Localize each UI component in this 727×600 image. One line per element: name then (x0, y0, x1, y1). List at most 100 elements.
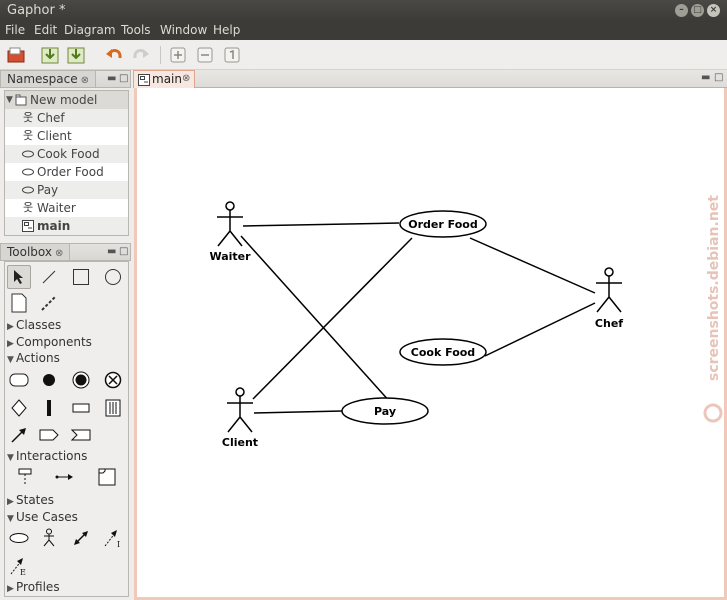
close-icon[interactable]: ⊗ (55, 248, 63, 259)
association-order-chef[interactable] (469, 237, 596, 294)
section-actions[interactable]: ▼ Actions (5, 351, 60, 365)
tree-item-cook-food[interactable]: Cook Food (5, 145, 128, 163)
menu-window[interactable]: Window (160, 23, 207, 37)
line-tool[interactable] (37, 265, 61, 289)
association-waiter-pay[interactable] (240, 235, 392, 404)
maximize-icon[interactable]: □ (119, 246, 128, 257)
tab-toolbox[interactable]: Toolbox ⊗ (1, 244, 71, 260)
diagram-icon (138, 74, 150, 86)
namespace-header: Namespace ⊗ ▬ □ (0, 70, 131, 88)
close-icon[interactable]: ⊗ (182, 71, 190, 87)
pointer-tool[interactable] (7, 265, 31, 289)
import-icon[interactable] (40, 45, 60, 65)
section-components[interactable]: ▶ Components (5, 335, 92, 349)
extend-icon: E (10, 558, 26, 576)
menu-tools[interactable]: Tools (121, 23, 151, 37)
maximize-icon[interactable]: □ (714, 72, 723, 83)
association-cook-chef[interactable] (484, 302, 596, 357)
zoom-out-icon[interactable] (195, 45, 215, 65)
minimize-icon[interactable]: ▬ (701, 72, 710, 83)
close-icon[interactable]: × (707, 4, 720, 17)
section-profiles[interactable]: ▶ Profiles (5, 580, 60, 594)
object-node-tool[interactable] (69, 396, 93, 420)
actor-tool[interactable] (37, 526, 61, 550)
export-icon[interactable] (66, 45, 86, 65)
action-tool[interactable] (7, 368, 31, 392)
send-signal-tool[interactable] (37, 423, 61, 447)
zoom-in-icon[interactable] (168, 45, 188, 65)
tree-item-client[interactable]: 웃 Client (5, 127, 128, 145)
diagram-canvas[interactable]: Waiter Client Chef Order Food Cook Food … (134, 88, 727, 600)
usecase-pay[interactable]: Pay (341, 397, 429, 425)
accept-event-tool[interactable] (69, 423, 93, 447)
menu-edit[interactable]: Edit (34, 23, 57, 37)
minimize-icon[interactable]: – (675, 4, 688, 17)
actor-icon: 웃 (22, 201, 34, 214)
tree-item-root[interactable]: ▼ New model (5, 91, 128, 109)
actor-icon: 웃 (22, 129, 34, 142)
maximize-icon[interactable]: □ (119, 73, 128, 84)
chevron-right-icon: ▶ (7, 339, 14, 349)
interaction-tool[interactable] (95, 465, 119, 489)
extend-tool[interactable]: E (7, 554, 31, 578)
lifeline-tool[interactable] (13, 465, 37, 489)
undo-icon[interactable] (104, 45, 124, 65)
maximize-icon[interactable]: □ (691, 4, 704, 17)
section-classes[interactable]: ▶ Classes (5, 318, 61, 332)
ellipse-tool[interactable] (101, 265, 125, 289)
decision-tool[interactable] (7, 396, 31, 420)
tree-item-label: Cook Food (37, 147, 100, 161)
final-node-tool[interactable] (69, 368, 93, 392)
chevron-down-icon[interactable]: ▼ (6, 91, 13, 109)
initial-node-tool[interactable] (37, 368, 61, 392)
tree-item-chef[interactable]: 웃 Chef (5, 109, 128, 127)
partition-tool[interactable] (101, 396, 125, 420)
minimize-icon[interactable]: ▬ (107, 246, 116, 257)
usecase-icon (22, 150, 34, 158)
actor-waiter[interactable]: Waiter (209, 201, 251, 263)
usecase-order-food[interactable]: Order Food (399, 210, 487, 238)
comment-line-tool[interactable] (37, 291, 61, 315)
actor-client[interactable]: Client (222, 387, 258, 449)
section-use-cases[interactable]: ▼ Use Cases (5, 510, 78, 524)
redo-icon[interactable] (131, 45, 151, 65)
close-icon[interactable]: ⊗ (81, 75, 89, 86)
tree-item-label: Waiter (37, 201, 76, 215)
flow-final-tool[interactable] (101, 368, 125, 392)
final-node-icon (72, 371, 90, 389)
actor-icon: 웃 (22, 111, 34, 124)
tree-item-label: Order Food (37, 165, 104, 179)
association-tool[interactable] (69, 526, 93, 550)
section-label: Use Cases (16, 510, 78, 524)
tree-item-order-food[interactable]: Order Food (5, 163, 128, 181)
association-client-order[interactable] (252, 237, 413, 400)
association-waiter-order[interactable] (242, 222, 400, 227)
association-client-pay[interactable] (253, 410, 343, 414)
box-tool[interactable] (69, 265, 93, 289)
lifeline-icon (18, 468, 32, 485)
section-interactions[interactable]: ▼ Interactions (5, 449, 87, 463)
minimize-icon[interactable]: ▬ (107, 73, 116, 84)
comment-tool[interactable] (7, 291, 31, 315)
message-icon (55, 474, 73, 480)
tree-item-main[interactable]: main (5, 217, 128, 235)
flow-tool[interactable] (7, 423, 31, 447)
usecase-icon (22, 186, 34, 194)
tree-item-waiter[interactable]: 웃 Waiter (5, 199, 128, 217)
message-tool[interactable] (53, 465, 77, 489)
tab-main[interactable]: main ⊗ (133, 70, 195, 88)
section-states[interactable]: ▶ States (5, 493, 54, 507)
tab-namespace[interactable]: Namespace ⊗ (1, 71, 96, 87)
flow-arrow-icon (11, 428, 26, 443)
open-icon[interactable] (6, 45, 26, 65)
fork-tool[interactable] (37, 396, 61, 420)
include-tool[interactable]: I (101, 526, 125, 550)
actor-chef[interactable]: Chef (595, 267, 623, 330)
tree-item-pay[interactable]: Pay (5, 181, 128, 199)
menu-help[interactable]: Help (213, 23, 240, 37)
menu-file[interactable]: File (5, 23, 25, 37)
zoom-100-icon[interactable] (222, 45, 242, 65)
menu-diagram[interactable]: Diagram (64, 23, 116, 37)
usecase-tool[interactable] (7, 526, 31, 550)
usecase-cook-food[interactable]: Cook Food (399, 338, 487, 366)
